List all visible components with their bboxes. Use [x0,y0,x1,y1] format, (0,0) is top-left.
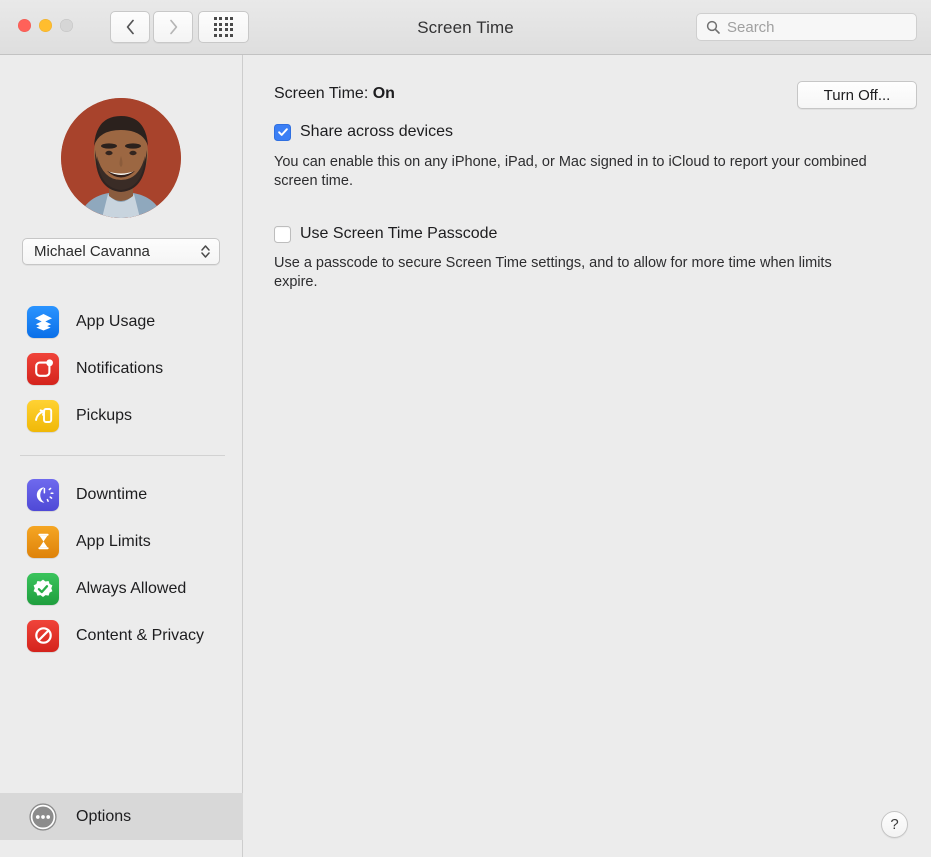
app-limits-icon [27,525,59,558]
sidebar-group-limits: Downtime App Limits Always Allowed Conte… [0,471,243,659]
share-across-devices-checkbox[interactable] [274,123,291,141]
content-privacy-icon [27,619,59,652]
use-passcode-label: Use Screen Time Passcode [300,225,498,242]
turn-off-button-label: Turn Off... [823,86,891,104]
screen-time-preferences-window: Screen Time Search Michael Cavanna App U… [0,0,931,857]
always-allowed-icon [27,572,59,605]
main-content: Screen Time: On Turn Off... Share across… [244,55,931,857]
sidebar-group-usage: App Usage Notifications Pickups [0,298,243,439]
checkmark-icon [277,128,288,136]
sidebar-item-label: Notifications [76,359,164,377]
use-passcode-checkbox[interactable] [274,225,291,243]
pickups-icon [27,399,59,432]
sidebar-item-downtime[interactable]: Downtime [0,471,243,518]
share-across-devices-help: You can enable this on any iPhone, iPad,… [274,154,867,189]
sidebar-item-label: Pickups [76,406,133,424]
sidebar-divider [20,455,225,456]
app-usage-icon [27,305,59,338]
sidebar-item-app-usage[interactable]: App Usage [0,298,243,345]
turn-off-button[interactable]: Turn Off... [797,81,917,109]
downtime-icon [27,478,59,511]
user-popup-button[interactable]: Michael Cavanna [22,238,220,265]
notifications-icon [27,352,59,385]
sidebar-item-label: App Limits [76,532,151,550]
sidebar-item-label: Content & Privacy [76,626,205,644]
user-avatar-photo [61,98,181,218]
status-label: Screen Time: [274,85,369,102]
use-passcode-checkbox-row[interactable]: Use Screen Time Passcode [274,225,497,243]
sidebar-item-always-allowed[interactable]: Always Allowed [0,565,243,612]
search-field[interactable]: Search [696,13,917,41]
avatar [61,98,181,218]
user-popup-value: Michael Cavanna [34,243,150,260]
sidebar-item-app-limits[interactable]: App Limits [0,518,243,565]
sidebar-item-label: App Usage [76,312,156,330]
question-mark-icon: ? [890,816,899,833]
titlebar: Screen Time Search [0,0,931,55]
search-icon [706,20,720,34]
sidebar-item-label: Always Allowed [76,579,187,597]
sidebar-item-content-privacy[interactable]: Content & Privacy [0,612,243,659]
chevron-up-down-icon [201,245,210,258]
help-button[interactable]: ? [881,811,908,838]
screen-time-status: Screen Time: On [274,85,395,103]
status-value: On [372,85,395,102]
share-across-devices-checkbox-row[interactable]: Share across devices [274,123,453,141]
sidebar-item-label: Downtime [76,485,148,503]
sidebar-item-pickups[interactable]: Pickups [0,392,243,439]
sidebar-item-notifications[interactable]: Notifications [0,345,243,392]
options-ellipsis-icon [27,801,59,833]
sidebar-item-options[interactable]: Options [0,793,243,840]
use-passcode-help: Use a passcode to secure Screen Time set… [274,255,832,290]
sidebar-item-label: Options [76,807,132,825]
search-input-placeholder[interactable]: Search [727,19,775,36]
sidebar: Michael Cavanna App Usage Notifications … [0,55,243,857]
share-across-devices-label: Share across devices [300,123,453,140]
